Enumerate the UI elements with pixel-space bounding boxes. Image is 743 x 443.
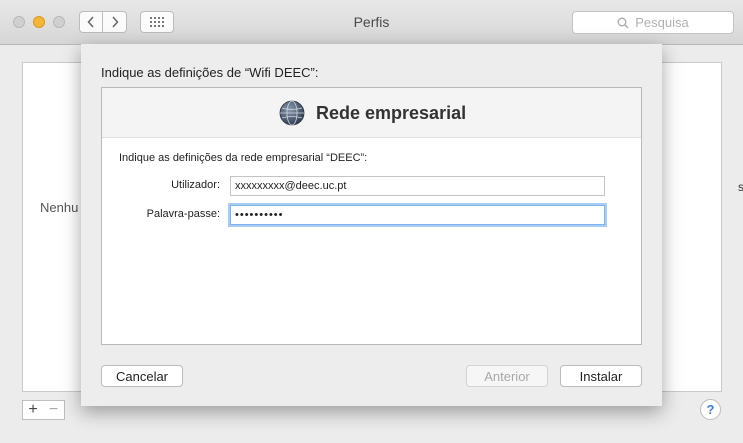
globe-icon — [279, 100, 305, 126]
sheet-header: Indique as definições de “Wifi DEEC”: — [101, 65, 319, 80]
remove-profile-button[interactable]: − — [43, 400, 65, 420]
password-field[interactable]: •••••••••• — [230, 205, 605, 225]
install-profile-sheet: Indique as definições de “Wifi DEEC”: Re… — [81, 44, 662, 406]
previous-button[interactable]: Anterior — [466, 365, 548, 387]
title-bar: Perfis Pesquisa — [0, 0, 743, 45]
panel-header: Rede empresarial — [102, 88, 641, 138]
add-profile-button[interactable]: + — [22, 400, 44, 420]
settings-description: Indique as definições da rede empresaria… — [119, 152, 368, 164]
password-label: Palavra-passe: — [146, 208, 220, 220]
search-icon — [617, 17, 629, 28]
cancel-button[interactable]: Cancelar — [101, 365, 183, 387]
settings-panel: Rede empresarial Indique as definições d… — [101, 87, 642, 345]
username-label: Utilizador: — [171, 179, 220, 191]
search-placeholder: Pesquisa — [635, 15, 689, 30]
username-field[interactable]: xxxxxxxxx@deec.uc.pt — [230, 176, 605, 196]
no-profiles-label: Nenhu — [40, 200, 79, 215]
panel-title: Rede empresarial — [316, 103, 467, 123]
install-button[interactable]: Instalar — [560, 365, 642, 387]
help-button[interactable]: ? — [700, 399, 721, 420]
clipped-text: s — [738, 180, 743, 194]
search-input[interactable]: Pesquisa — [572, 11, 734, 34]
